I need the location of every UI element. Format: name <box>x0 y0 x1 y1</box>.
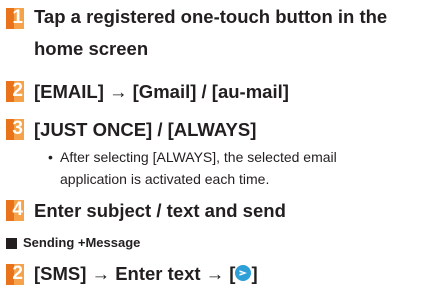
step-number: 3 <box>12 119 23 139</box>
step-text: [SMS] → Enter text → [ ] <box>34 259 258 289</box>
note-line: After selecting [ALWAYS], the selected e… <box>60 149 337 165</box>
section-title: Sending +Message <box>23 235 141 250</box>
step-text: Enter subject / text and send <box>34 200 286 221</box>
step-number: 2 <box>12 264 23 284</box>
step-text-line: Tap a registered one-touch button in the <box>34 6 388 27</box>
step-number: 1 <box>12 8 23 28</box>
note-line: application is activated each time. <box>60 171 270 187</box>
step-text: Tap a registered one-touch button in the… <box>34 2 387 64</box>
step-note: • After selecting [ALWAYS], the selected… <box>48 146 438 190</box>
step-number-badge: 2 <box>6 81 24 102</box>
step-number-badge: 4 <box>6 200 24 221</box>
section-square-icon <box>6 238 17 249</box>
step-text: [EMAIL] → [Gmail] / [au-mail] <box>34 81 289 102</box>
step-text: [JUST ONCE] / [ALWAYS] <box>34 119 257 140</box>
step-text-after: ] <box>251 263 258 284</box>
step-text-before: [SMS] → Enter text → [ <box>34 263 236 284</box>
step-number-badge: 1 <box>6 8 24 29</box>
step-number-badge: 3 <box>6 119 24 140</box>
step-number-badge: 2 <box>6 264 24 285</box>
step-number: 4 <box>12 200 23 220</box>
step-number: 2 <box>12 81 23 101</box>
send-icon <box>235 265 252 281</box>
step-text-line: home screen <box>34 38 149 59</box>
bullet-marker: • <box>48 149 53 165</box>
